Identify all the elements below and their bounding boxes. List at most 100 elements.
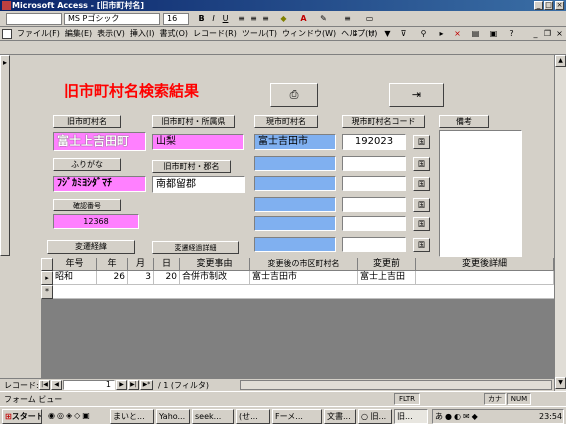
current-name-field-4[interactable]	[254, 197, 336, 212]
old-name-field[interactable]: 富士上吉田町	[53, 132, 146, 151]
column-header-new-name[interactable]: 変更後の市区町村名	[250, 258, 358, 271]
table-cell[interactable]: 20	[154, 271, 180, 285]
font-name-combo[interactable]: MS Pゴシック	[64, 13, 160, 25]
column-header-detail[interactable]: 変更後詳細	[416, 258, 554, 271]
apply-filter-icon[interactable]: ⊽	[398, 28, 409, 39]
column-header-before[interactable]: 変更前	[358, 258, 416, 271]
task-button-active[interactable]: 旧...	[394, 409, 428, 424]
history-button[interactable]: 変遷経緯	[47, 240, 135, 254]
align-right-icon[interactable]: ≡	[260, 13, 271, 24]
current-name-field-3[interactable]	[254, 176, 336, 191]
confirm-no-field[interactable]: 12368	[53, 214, 139, 229]
scroll-up-icon[interactable]: ▲	[555, 55, 566, 67]
scroll-down-icon[interactable]: ▼	[555, 377, 566, 389]
menu-window[interactable]: ウィンドウ(W)	[282, 29, 336, 38]
column-header-era[interactable]: 年号	[53, 258, 97, 271]
align-center-icon[interactable]: ≡	[248, 13, 259, 24]
detail-button-2[interactable]: 国	[413, 157, 430, 171]
record-selector-bar[interactable]: ▸	[0, 55, 10, 256]
current-code-field-4[interactable]	[342, 197, 406, 212]
current-name-field-5[interactable]	[254, 216, 336, 231]
history-detail-button[interactable]: 変遷経過詳細	[152, 241, 239, 254]
table-cell[interactable]: 26	[97, 271, 128, 285]
font-color-icon[interactable]: A	[298, 13, 309, 24]
current-code-field-6[interactable]	[342, 237, 406, 252]
column-header-month[interactable]: 月	[128, 258, 154, 271]
menu-tools[interactable]: ツール(T)	[242, 29, 277, 38]
object-combo[interactable]	[6, 13, 62, 25]
table-cell[interactable]: 3	[128, 271, 154, 285]
current-code-field-2[interactable]	[342, 156, 406, 171]
mdi-minimize-icon[interactable]: _	[530, 28, 541, 39]
delete-record-icon[interactable]: ×	[452, 28, 463, 39]
find-icon[interactable]: ⚲	[418, 28, 429, 39]
quick-launch-icons[interactable]: ◉◎◈◇▣	[46, 409, 106, 424]
task-button-6[interactable]: 文書...	[324, 409, 356, 424]
maximize-button[interactable]: □	[544, 1, 553, 10]
new-record-nav-icon[interactable]: ▶*	[140, 380, 153, 390]
bold-button[interactable]: B	[196, 13, 207, 24]
table-cell[interactable]	[416, 271, 554, 285]
vertical-scrollbar[interactable]	[554, 55, 566, 391]
menu-file[interactable]: ファイル(F)	[17, 29, 60, 38]
column-header-year[interactable]: 年	[97, 258, 128, 271]
current-code-field-5[interactable]	[342, 216, 406, 231]
task-button-1[interactable]: まいと...	[110, 409, 154, 424]
align-left-icon[interactable]: ≡	[236, 13, 247, 24]
menu-format[interactable]: 書式(O)	[159, 29, 188, 38]
column-header-reason[interactable]: 変更事由	[180, 258, 250, 271]
column-header-day[interactable]: 日	[154, 258, 180, 271]
table-cell[interactable]: 富士上吉田	[358, 271, 416, 285]
close-button[interactable]: ×	[555, 1, 564, 10]
record-number-input[interactable]: 1	[63, 380, 115, 390]
task-button-7[interactable]: ○ 旧...	[358, 409, 392, 424]
line-color-icon[interactable]: ✎	[318, 13, 329, 24]
current-code-field-3[interactable]	[342, 176, 406, 191]
filter-icon[interactable]: ▽	[366, 28, 377, 39]
remarks-field[interactable]	[439, 130, 522, 257]
first-record-icon[interactable]: |◀	[39, 380, 50, 390]
close-form-button[interactable]: ⇥	[389, 83, 444, 107]
filter-form-icon[interactable]: ▼	[382, 28, 393, 39]
new-object-icon[interactable]: ▣	[488, 28, 499, 39]
border-width-icon[interactable]: ≡	[342, 13, 353, 24]
last-record-icon[interactable]: ▶|	[128, 380, 139, 390]
furigana-field[interactable]: ﾌｼﾞｶﾐﾖｼﾀﾞﾏﾁ	[53, 176, 146, 192]
current-name-field-6[interactable]	[254, 237, 336, 252]
table-cell[interactable]: 合併市制改	[180, 271, 250, 285]
detail-button-4[interactable]: 国	[413, 198, 430, 212]
menu-records[interactable]: レコード(R)	[193, 29, 237, 38]
current-name-field[interactable]: 富士吉田市	[254, 134, 336, 150]
new-row-selector[interactable]: *	[41, 285, 53, 299]
new-record-icon[interactable]: ▸	[436, 28, 447, 39]
new-record-row[interactable]	[53, 285, 554, 299]
database-window-icon[interactable]: ▤	[470, 28, 481, 39]
task-button-4[interactable]: (せ...	[236, 409, 270, 424]
task-button-5[interactable]: Fーメ...	[272, 409, 322, 424]
table-cell[interactable]: 富士吉田市	[250, 271, 358, 285]
current-code-field[interactable]: 192023	[342, 134, 406, 150]
italic-button[interactable]: I	[208, 13, 219, 24]
mdi-close-icon[interactable]: ×	[554, 28, 565, 39]
underline-button[interactable]: U	[220, 13, 231, 24]
font-size-combo[interactable]: 16	[163, 13, 189, 25]
start-button[interactable]: ⊞スタート	[2, 409, 42, 424]
office-assistant-icon[interactable]: ?	[506, 28, 517, 39]
detail-button-1[interactable]: 国	[413, 135, 430, 149]
detail-button-3[interactable]: 国	[413, 177, 430, 191]
menu-edit[interactable]: 編集(E)	[65, 29, 92, 38]
prev-record-icon[interactable]: ◀	[51, 380, 62, 390]
sort-icon[interactable]: ↕	[350, 28, 361, 39]
minimize-button[interactable]: _	[534, 1, 543, 10]
next-record-icon[interactable]: ▶	[116, 380, 127, 390]
special-effect-icon[interactable]: ▭	[364, 13, 375, 24]
current-name-field-2[interactable]	[254, 156, 336, 171]
detail-button-6[interactable]: 国	[413, 238, 430, 252]
table-cell[interactable]: 昭和	[53, 271, 97, 285]
old-gun-field[interactable]: 南都留郡	[152, 176, 245, 193]
menu-insert[interactable]: 挿入(I)	[130, 29, 155, 38]
detail-button-5[interactable]: 国	[413, 217, 430, 231]
mdi-restore-icon[interactable]: ❐	[542, 28, 553, 39]
menu-view[interactable]: 表示(V)	[97, 29, 125, 38]
horizontal-scrollbar[interactable]	[240, 380, 552, 390]
